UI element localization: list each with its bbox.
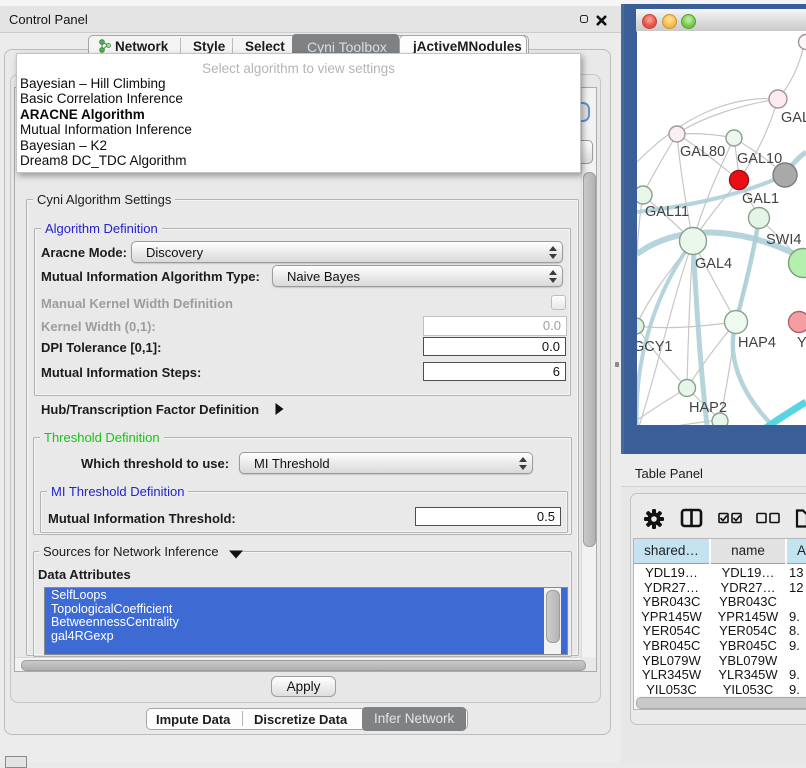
svg-text:SWI4: SWI4: [766, 232, 801, 248]
svg-text:GAL4: GAL4: [695, 256, 732, 272]
svg-text:GAL10: GAL10: [737, 151, 782, 167]
svg-text:HAP4: HAP4: [738, 335, 776, 351]
svg-text:GCY1: GCY1: [637, 339, 673, 355]
svg-text:GAL80: GAL80: [680, 144, 725, 160]
svg-text:Y: Y: [797, 335, 806, 351]
svg-text:GAL11: GAL11: [645, 204, 689, 220]
svg-text:GAL1: GAL1: [742, 191, 779, 207]
svg-text:HAP2: HAP2: [689, 400, 727, 416]
svg-text:GAL7: GAL7: [781, 110, 806, 126]
